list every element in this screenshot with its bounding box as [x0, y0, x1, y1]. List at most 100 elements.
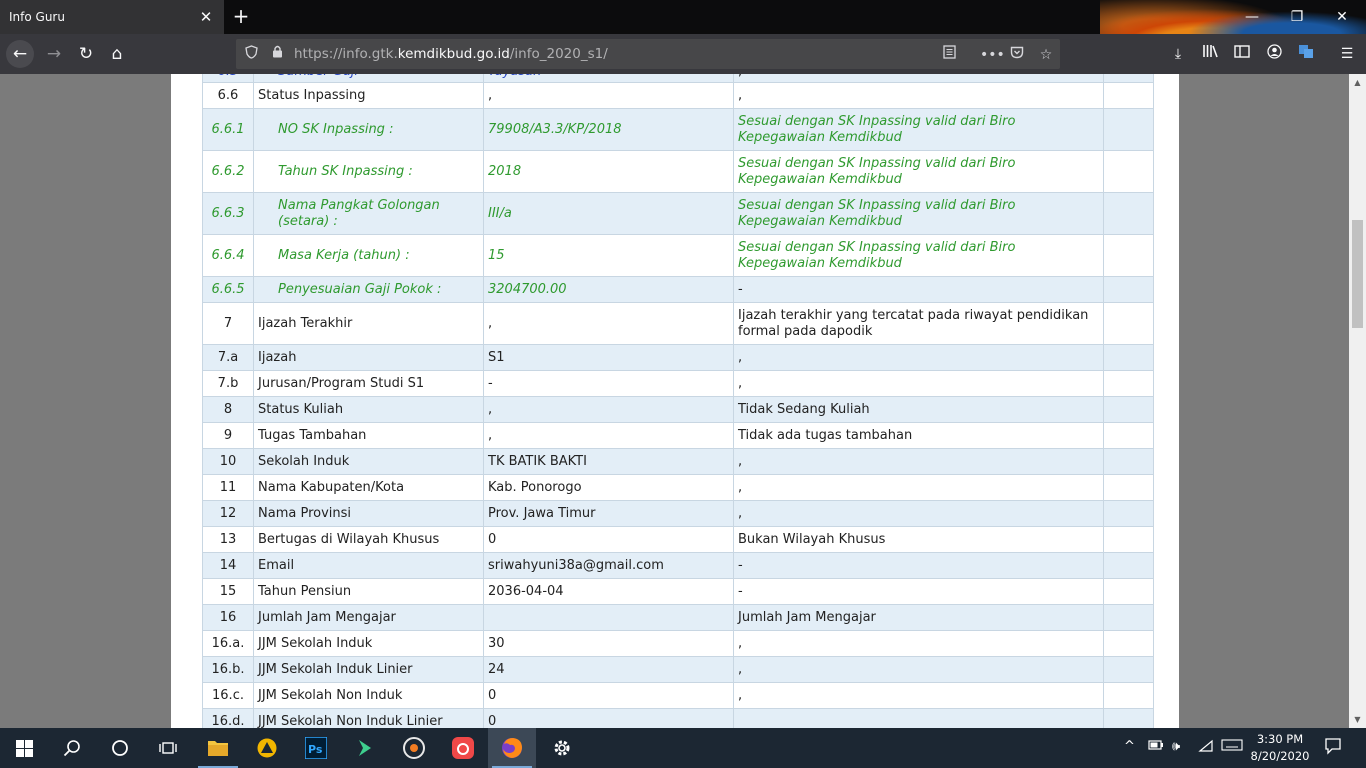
row-value: 0: [483, 526, 734, 553]
start-windows-icon[interactable]: [0, 728, 48, 768]
row-value: S1: [483, 344, 734, 371]
media-player-icon[interactable]: [390, 728, 438, 768]
forward-icon[interactable]: →: [40, 40, 68, 68]
row-number: 9: [202, 422, 254, 449]
tab-close-icon[interactable]: ✕: [196, 7, 216, 27]
row-value: 15: [483, 234, 734, 277]
row-extra: [1103, 604, 1154, 631]
row-extra: [1103, 396, 1154, 423]
url-bar[interactable]: https://info.gtk.kemdikbud.go.id/info_20…: [236, 39, 1060, 69]
file-explorer-icon[interactable]: [194, 728, 242, 768]
row-number: 16.a.: [202, 630, 254, 657]
row-number: 15: [202, 578, 254, 605]
battery-icon[interactable]: [1148, 739, 1164, 755]
row-note: Tidak ada tugas tambahan: [733, 422, 1104, 449]
page-viewport: 6.5 Sumber Gaji Yayasan , 6.6Status Inpa…: [0, 74, 1349, 728]
row-number: 6.5: [202, 74, 254, 83]
firefox-taskbar-icon[interactable]: [488, 728, 536, 768]
volume-icon[interactable]: 🕪: [1172, 739, 1180, 754]
row-number: 6.6.3: [202, 192, 254, 235]
system-clock[interactable]: 3:30 PM 8/20/2020: [1248, 731, 1312, 765]
task-view-icon[interactable]: [144, 728, 192, 768]
pocket-icon[interactable]: [1007, 45, 1027, 65]
row-extra: [1103, 150, 1154, 193]
archive-app-icon[interactable]: [243, 728, 291, 768]
scrollbar-thumb[interactable]: [1352, 220, 1363, 328]
table-row: 16 Jumlah Jam Mengajar Jumlah Jam Mengajar: [202, 604, 1154, 631]
table-row: 6.6.4 Masa Kerja (tahun) :15 Sesuai dengan…: [202, 234, 1154, 277]
back-icon[interactable]: ←: [6, 40, 34, 68]
tab-info-guru[interactable]: Info Guru: [0, 0, 224, 34]
arrow-app-icon[interactable]: [341, 728, 389, 768]
row-value: ,: [483, 302, 734, 345]
url-text[interactable]: https://info.gtk.kemdikbud.go.id/info_20…: [294, 46, 608, 62]
row-extra: [1103, 108, 1154, 151]
row-value: Yayasan: [483, 74, 734, 83]
show-hidden-icons-icon[interactable]: ^: [1124, 739, 1135, 754]
notifications-icon[interactable]: [1324, 737, 1342, 759]
page-actions-icon[interactable]: •••: [980, 45, 1005, 65]
maximize-icon[interactable]: ❐: [1282, 6, 1312, 28]
scroll-up-icon[interactable]: ▲: [1349, 74, 1366, 91]
row-label: Tahun Pensiun: [253, 578, 484, 605]
row-value: 0: [483, 708, 734, 728]
row-extra: [1103, 448, 1154, 475]
row-number: 11: [202, 474, 254, 501]
account-icon[interactable]: [1263, 44, 1285, 64]
row-label: JJM Sekolah Non Induk Linier: [253, 708, 484, 728]
table-row: 6.6.2 Tahun SK Inpassing :2018 Sesuai deng…: [202, 150, 1154, 193]
row-label: Jumlah Jam Mengajar: [253, 604, 484, 631]
minimize-icon[interactable]: —: [1237, 6, 1267, 28]
teacher-info-table: 6.5 Sumber Gaji Yayasan , 6.6Status Inpa…: [202, 74, 1154, 728]
cortana-icon[interactable]: [96, 728, 144, 768]
row-number: 6.6: [202, 82, 254, 109]
table-row: 10 Sekolah Induk TK BATIK BAKTI,: [202, 448, 1154, 475]
settings-gear-icon[interactable]: [538, 728, 586, 768]
row-number: 10: [202, 448, 254, 475]
wifi-icon[interactable]: [1198, 739, 1214, 757]
reload-icon[interactable]: ↻: [72, 40, 100, 68]
row-note: Jumlah Jam Mengajar: [733, 604, 1104, 631]
reader-view-icon[interactable]: [939, 45, 959, 65]
shield-icon[interactable]: [242, 45, 260, 63]
sidebar-icon[interactable]: [1231, 44, 1253, 64]
row-label: Tugas Tambahan: [253, 422, 484, 449]
photoshop-icon[interactable]: Ps: [292, 728, 340, 768]
row-number: 16: [202, 604, 254, 631]
row-number: 14: [202, 552, 254, 579]
library-icon[interactable]: [1199, 44, 1221, 64]
row-number: 16.c.: [202, 682, 254, 709]
translate-extension-icon[interactable]: [1295, 44, 1317, 64]
clock-time: 3:30 PM: [1256, 732, 1304, 746]
row-value: 2018: [483, 150, 734, 193]
keyboard-icon[interactable]: [1221, 739, 1243, 755]
vertical-scrollbar[interactable]: ▲ ▼: [1349, 74, 1366, 728]
row-label: NO SK Inpassing :: [253, 108, 484, 151]
scroll-down-icon[interactable]: ▼: [1349, 711, 1366, 728]
tab-bar: Info Guru ✕ + — ❐ ✕: [0, 0, 1366, 74]
row-number: 8: [202, 396, 254, 423]
lock-icon[interactable]: [268, 45, 286, 63]
table-row: 6.6.5 Penyesuaian Gaji Pokok :3204700.00-: [202, 276, 1154, 303]
row-number: 6.6.2: [202, 150, 254, 193]
close-window-icon[interactable]: ✕: [1327, 6, 1357, 28]
row-label: JJM Sekolah Non Induk: [253, 682, 484, 709]
row-value: -: [483, 370, 734, 397]
bookmark-star-icon[interactable]: ☆: [1036, 45, 1056, 65]
row-number: 6.6.1: [202, 108, 254, 151]
download-icon[interactable]: ⤓: [1167, 44, 1189, 64]
table-row: 6.6 Status Inpassing,,: [202, 82, 1154, 109]
row-note: Tidak Sedang Kuliah: [733, 396, 1104, 423]
table-row: 16.a. JJM Sekolah Induk 30,: [202, 630, 1154, 657]
table-row: 8 Status Kuliah, Tidak Sedang Kuliah: [202, 396, 1154, 423]
row-extra: [1103, 656, 1154, 683]
menu-icon[interactable]: ☰: [1336, 44, 1358, 64]
new-tab-icon[interactable]: +: [230, 4, 252, 28]
search-icon[interactable]: [48, 728, 96, 768]
row-value: 3204700.00: [483, 276, 734, 303]
row-number: 7.b: [202, 370, 254, 397]
row-value: 24: [483, 656, 734, 683]
home-icon[interactable]: ⌂: [103, 40, 131, 68]
row-note: ,: [733, 344, 1104, 371]
camera-app-icon[interactable]: [439, 728, 487, 768]
